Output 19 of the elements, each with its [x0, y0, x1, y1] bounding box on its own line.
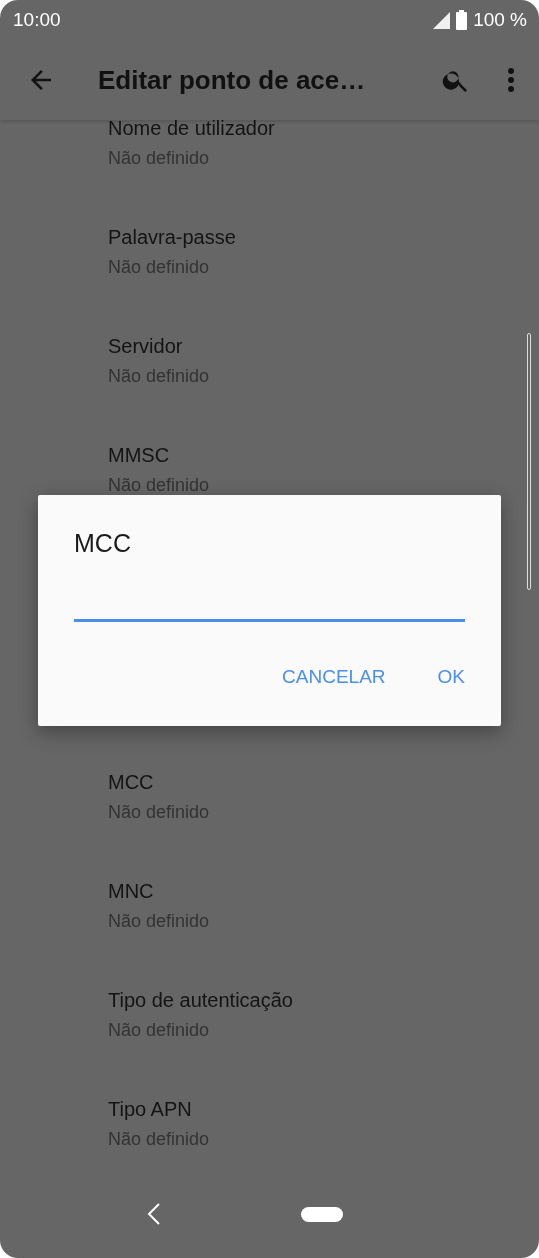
dialog-title: MCC: [74, 528, 131, 559]
setting-title: MMSC: [108, 443, 170, 467]
setting-title: Nome de utilizador: [108, 120, 275, 140]
setting-title: Tipo APN: [108, 1097, 192, 1121]
setting-title: Palavra-passe: [108, 225, 236, 249]
home-pill[interactable]: [300, 1206, 343, 1222]
toolbar-title: Editar ponto de ace…: [98, 64, 367, 96]
setting-title: Tipo de autenticação: [108, 988, 293, 1012]
setting-title: Servidor: [108, 334, 183, 358]
setting-title: MCC: [108, 770, 154, 794]
battery-percent: 100 %: [473, 9, 527, 31]
battery-icon: [456, 10, 468, 30]
more-menu-icon[interactable]: [507, 67, 515, 93]
dialog-button[interactable]: CANCELAR: [268, 658, 400, 696]
status-time: 10:00: [13, 9, 61, 31]
dialog-button[interactable]: OK: [423, 658, 479, 696]
signal-icon: [433, 11, 451, 29]
nav-back-icon[interactable]: [146, 1203, 161, 1225]
setting-title: MNC: [108, 879, 154, 903]
